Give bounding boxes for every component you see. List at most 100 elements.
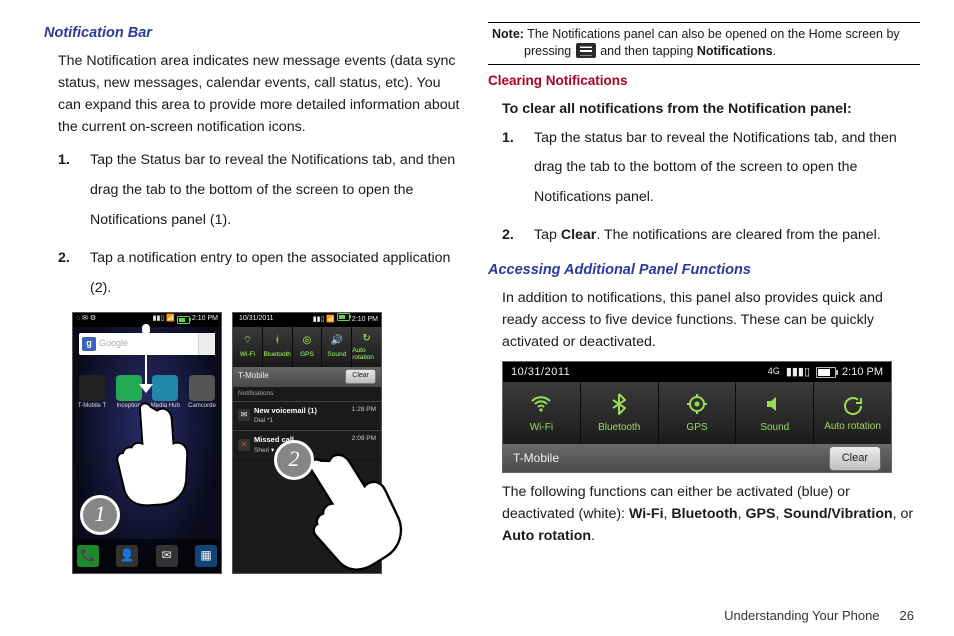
quick-wifi: Wi-Fi: [503, 382, 581, 444]
carrier-row: T-Mobile Clear: [503, 444, 891, 472]
wifi-icon: [529, 392, 553, 416]
step-number: 1.: [502, 124, 534, 154]
notif-title: New voicemail (1): [254, 405, 348, 417]
dock-phone-icon: 📞: [77, 545, 99, 567]
dock: 📞 👤 ✉ ▦: [73, 539, 221, 573]
page-number: 26: [900, 606, 914, 626]
carrier-row: T-Mobile Clear: [233, 367, 381, 387]
app-row: T-Mobile T Inception Media Hub Camcorde: [77, 375, 217, 411]
step-2: 2. Tap a notification entry to open the …: [58, 244, 466, 304]
notif-subtitle: Dial *1: [254, 416, 348, 426]
step-number: 2.: [502, 221, 534, 251]
step-1: 1. Tap the Status bar to reveal the Noti…: [58, 146, 466, 235]
notification-bar-intro: The Notification area indicates new mess…: [58, 50, 466, 138]
clear-button: Clear: [829, 446, 881, 471]
note-label: Note:: [492, 27, 524, 41]
panel-functions-tail: The following functions can either be ac…: [502, 481, 920, 547]
status-left-icons: ◌ ✉ ⚙: [76, 314, 96, 325]
bluetooth-icon: [607, 392, 631, 416]
panel-functions-figure: 10/31/2011 4G ▮▮▮▯ 2:10 PM Wi-Fi: [502, 361, 892, 473]
dock-messaging-icon: ✉: [156, 545, 178, 567]
gps-icon: [685, 392, 709, 416]
signal-4g-icon: 4G: [768, 365, 780, 379]
sound-icon: 🔊: [330, 334, 344, 348]
bluetooth-icon: ᚼ: [270, 334, 284, 348]
voicemail-icon: ✉: [238, 409, 250, 421]
search-bar: g Google: [79, 333, 215, 355]
status-time: 2:10 PM: [352, 316, 378, 323]
expand-icon: ▾: [271, 447, 274, 454]
notifications-header: Notifications: [233, 387, 381, 401]
drag-arrow: [145, 327, 147, 391]
gps-icon: ◎: [300, 334, 314, 348]
missed-call-icon: ✕: [238, 439, 250, 451]
quick-autorotate: ↻Auto rotation: [352, 327, 381, 367]
app-mediahub: Media Hub: [150, 375, 180, 411]
status-time: 2:10 PM: [842, 364, 883, 381]
wifi-icon: ⌔: [240, 334, 254, 348]
quick-gps: GPS: [659, 382, 737, 444]
notification-bar-steps: 1. Tap the Status bar to reveal the Noti…: [58, 146, 466, 303]
heading-clearing-notifications: Clearing Notifications: [488, 71, 920, 92]
access-body: In addition to notifications, this panel…: [502, 287, 920, 353]
carrier-label: T-Mobile: [513, 449, 559, 468]
heading-accessing-panel-functions: Accessing Additional Panel Functions: [488, 259, 920, 281]
quick-sound: 🔊Sound: [322, 327, 352, 367]
step-2: 2. Tap Clear. The notifications are clea…: [502, 221, 920, 251]
status-right-icons: ▮▮▯ 📶 2:10 PM: [153, 314, 218, 325]
step-text: Tap the Status bar to reveal the Notific…: [90, 146, 466, 235]
menu-key-icon: [576, 43, 596, 58]
clearing-steps: 1. Tap the status bar to reveal the Noti…: [502, 124, 920, 251]
autorotate-icon: ↻: [360, 332, 374, 346]
search-placeholder: Google: [99, 337, 128, 351]
callout-1: 1: [80, 495, 120, 535]
battery-icon: [337, 313, 350, 321]
quick-bluetooth: Bluetooth: [581, 382, 659, 444]
quick-gps: ◎GPS: [293, 327, 323, 367]
footer-section: Understanding Your Phone: [724, 606, 879, 626]
sound-icon: [763, 392, 787, 416]
step-1: 1. Tap the status bar to reveal the Noti…: [502, 124, 920, 213]
app-camcorder: Camcorde: [187, 375, 217, 411]
mic-icon: [198, 333, 215, 355]
notif-time: 1:28 PM: [352, 405, 376, 415]
page-footer: Understanding Your Phone 26: [724, 606, 914, 626]
notif-voicemail: ✉ New voicemail (1) Dial *1 1:28 PM: [233, 401, 381, 431]
quick-sound: Sound: [736, 382, 814, 444]
note-bold: Notifications: [697, 44, 773, 58]
network-icon: 📶: [166, 314, 175, 325]
network-icon: 📶: [326, 316, 335, 323]
clearing-lead: To clear all notifications from the Noti…: [502, 98, 920, 120]
dock-apps-icon: ▦: [195, 545, 217, 567]
quick-autorotate: Auto rotation: [814, 382, 891, 444]
quick-wifi: ⌔Wi-Fi: [233, 327, 263, 367]
battery-icon: [816, 367, 836, 378]
step-text: Tap a notification entry to open the ass…: [90, 244, 466, 304]
status-date: 10/31/2011: [236, 314, 274, 325]
callout-2: 2: [274, 440, 314, 480]
signal-icon: ▮▮▮▯: [786, 364, 810, 381]
app-tmobile: T-Mobile T: [77, 375, 107, 411]
autorotate-icon: [841, 394, 865, 418]
note-text: .: [773, 44, 776, 58]
carrier-label: T-Mobile: [238, 370, 269, 382]
phones-illustration: ◌ ✉ ⚙ ▮▮▯ 📶 2:10 PM g Google T-Mobile T: [72, 312, 466, 574]
step-text: Tap Clear. The notifications are cleared…: [534, 221, 920, 251]
quick-settings-row: Wi-Fi Bluetooth GPS Sound: [503, 382, 891, 444]
status-bar: 10/31/2011 4G ▮▮▮▯ 2:10 PM: [503, 362, 891, 382]
status-date: 10/31/2011: [511, 364, 570, 381]
heading-notification-bar: Notification Bar: [44, 22, 466, 44]
status-time: 2:10 PM: [192, 314, 218, 325]
google-badge: g: [82, 337, 96, 351]
note-box: Note: The Notifications panel can also b…: [488, 22, 920, 65]
step-text: Tap the status bar to reveal the Notific…: [534, 124, 920, 213]
notif-time: 2:09 PM: [352, 434, 376, 444]
note-text: and then tapping: [597, 44, 697, 58]
step-number: 2.: [58, 244, 90, 274]
dock-contacts-icon: 👤: [116, 545, 138, 567]
signal-icon: ▮▮▯: [313, 316, 325, 323]
app-inception: Inception: [114, 375, 144, 411]
quick-settings-row: ⌔Wi-Fi ᚼBluetooth ◎GPS 🔊Sound ↻Auto rota…: [233, 327, 381, 367]
battery-icon: [177, 316, 190, 324]
status-right-icons: ▮▮▯ 📶 2:10 PM: [313, 313, 378, 326]
